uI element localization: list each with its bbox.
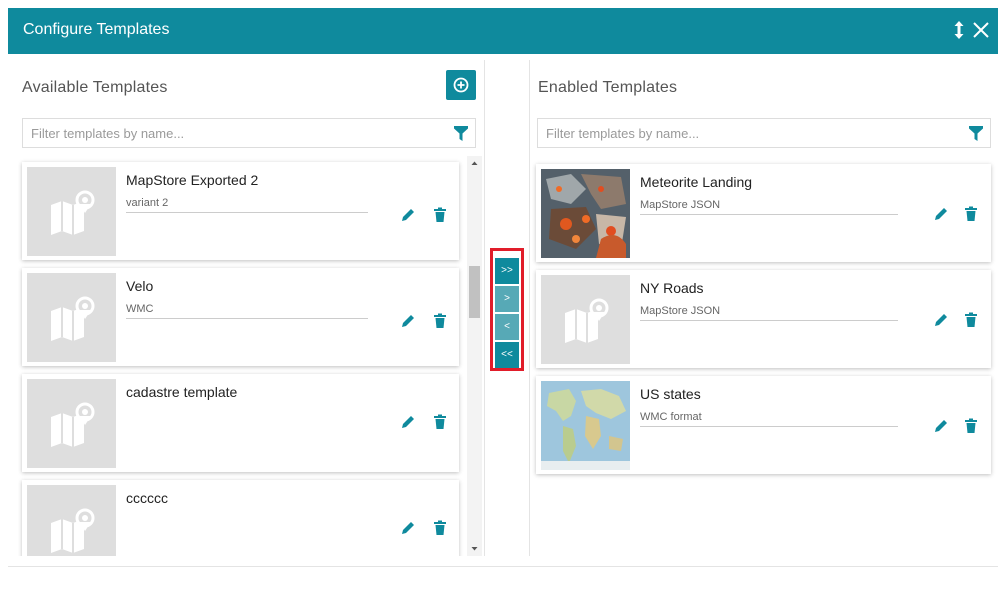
template-description: WMC bbox=[126, 303, 368, 319]
available-template-list: MapStore Exported 2 variant 2 Velo WMC c… bbox=[18, 156, 467, 556]
move-all-right-button[interactable]: >> bbox=[495, 258, 519, 284]
scroll-up-arrow-icon[interactable] bbox=[467, 156, 482, 171]
left-divider bbox=[484, 60, 485, 556]
transfer-controls: >> > < << bbox=[490, 248, 524, 371]
pencil-icon[interactable] bbox=[400, 520, 416, 536]
map-placeholder-icon bbox=[51, 508, 95, 553]
pencil-icon[interactable] bbox=[400, 313, 416, 329]
world-map-thumbnail-icon bbox=[541, 381, 630, 470]
template-card[interactable]: US states WMC format bbox=[536, 376, 991, 474]
template-thumbnail bbox=[541, 381, 630, 470]
template-card[interactable]: MapStore Exported 2 variant 2 bbox=[22, 162, 459, 260]
trash-icon[interactable] bbox=[963, 418, 979, 434]
move-left-button[interactable]: < bbox=[495, 314, 519, 340]
template-name: MapStore Exported 2 bbox=[126, 172, 259, 188]
template-thumbnail bbox=[541, 169, 630, 258]
template-name: NY Roads bbox=[640, 280, 704, 296]
map-placeholder-icon bbox=[51, 402, 95, 447]
map-placeholder-icon bbox=[565, 298, 609, 343]
map-placeholder-icon bbox=[51, 296, 95, 341]
add-icon bbox=[453, 77, 469, 93]
right-divider bbox=[529, 60, 530, 556]
template-name: US states bbox=[640, 386, 701, 402]
trash-icon[interactable] bbox=[432, 313, 448, 329]
pencil-icon[interactable] bbox=[933, 312, 949, 328]
footer-divider bbox=[8, 566, 998, 567]
map-placeholder-icon bbox=[51, 190, 95, 235]
expand-icon[interactable] bbox=[948, 17, 970, 43]
template-thumbnail bbox=[27, 379, 116, 468]
dialog-title: Configure Templates bbox=[23, 21, 170, 38]
template-name: cccccc bbox=[126, 490, 168, 506]
move-all-left-button[interactable]: << bbox=[495, 342, 519, 368]
template-thumbnail bbox=[541, 275, 630, 364]
template-description: WMC format bbox=[640, 411, 898, 427]
available-templates-title: Available Templates bbox=[22, 79, 168, 96]
template-description: MapStore JSON bbox=[640, 305, 898, 321]
template-card[interactable]: Meteorite Landing MapStore JSON bbox=[536, 164, 991, 262]
enabled-templates-title: Enabled Templates bbox=[538, 79, 678, 96]
template-description: MapStore JSON bbox=[640, 199, 898, 215]
available-filter bbox=[22, 118, 476, 148]
available-filter-input[interactable] bbox=[23, 119, 445, 147]
enabled-filter-input[interactable] bbox=[538, 119, 960, 147]
pencil-icon[interactable] bbox=[933, 206, 949, 222]
template-description: variant 2 bbox=[126, 197, 368, 213]
scroll-down-arrow-icon[interactable] bbox=[467, 541, 482, 556]
template-thumbnail bbox=[27, 273, 116, 362]
filter-icon[interactable] bbox=[454, 126, 468, 141]
dialog-header: Configure Templates bbox=[8, 8, 998, 54]
template-thumbnail bbox=[27, 485, 116, 556]
pencil-icon[interactable] bbox=[400, 207, 416, 223]
trash-icon[interactable] bbox=[963, 312, 979, 328]
enabled-template-list: Meteorite Landing MapStore JSON NY Roads… bbox=[532, 156, 996, 556]
template-name: cadastre template bbox=[126, 384, 238, 400]
pencil-icon[interactable] bbox=[400, 414, 416, 430]
template-name: Velo bbox=[126, 278, 154, 294]
template-thumbnail bbox=[27, 167, 116, 256]
template-card[interactable]: NY Roads MapStore JSON bbox=[536, 270, 991, 368]
template-card[interactable]: cadastre template bbox=[22, 374, 459, 472]
template-card[interactable]: cccccc bbox=[22, 480, 459, 556]
move-right-button[interactable]: > bbox=[495, 286, 519, 312]
close-icon[interactable] bbox=[970, 17, 992, 43]
meteorite-map-thumbnail-icon bbox=[541, 169, 630, 258]
trash-icon[interactable] bbox=[432, 207, 448, 223]
filter-icon[interactable] bbox=[969, 126, 983, 141]
trash-icon[interactable] bbox=[432, 520, 448, 536]
template-name: Meteorite Landing bbox=[640, 174, 753, 190]
pencil-icon[interactable] bbox=[933, 418, 949, 434]
add-template-button[interactable] bbox=[446, 70, 476, 100]
scrollbar-thumb[interactable] bbox=[469, 266, 480, 318]
available-list-scrollbar[interactable] bbox=[467, 156, 482, 556]
template-card[interactable]: Velo WMC bbox=[22, 268, 459, 366]
enabled-filter bbox=[537, 118, 991, 148]
trash-icon[interactable] bbox=[432, 414, 448, 430]
trash-icon[interactable] bbox=[963, 206, 979, 222]
